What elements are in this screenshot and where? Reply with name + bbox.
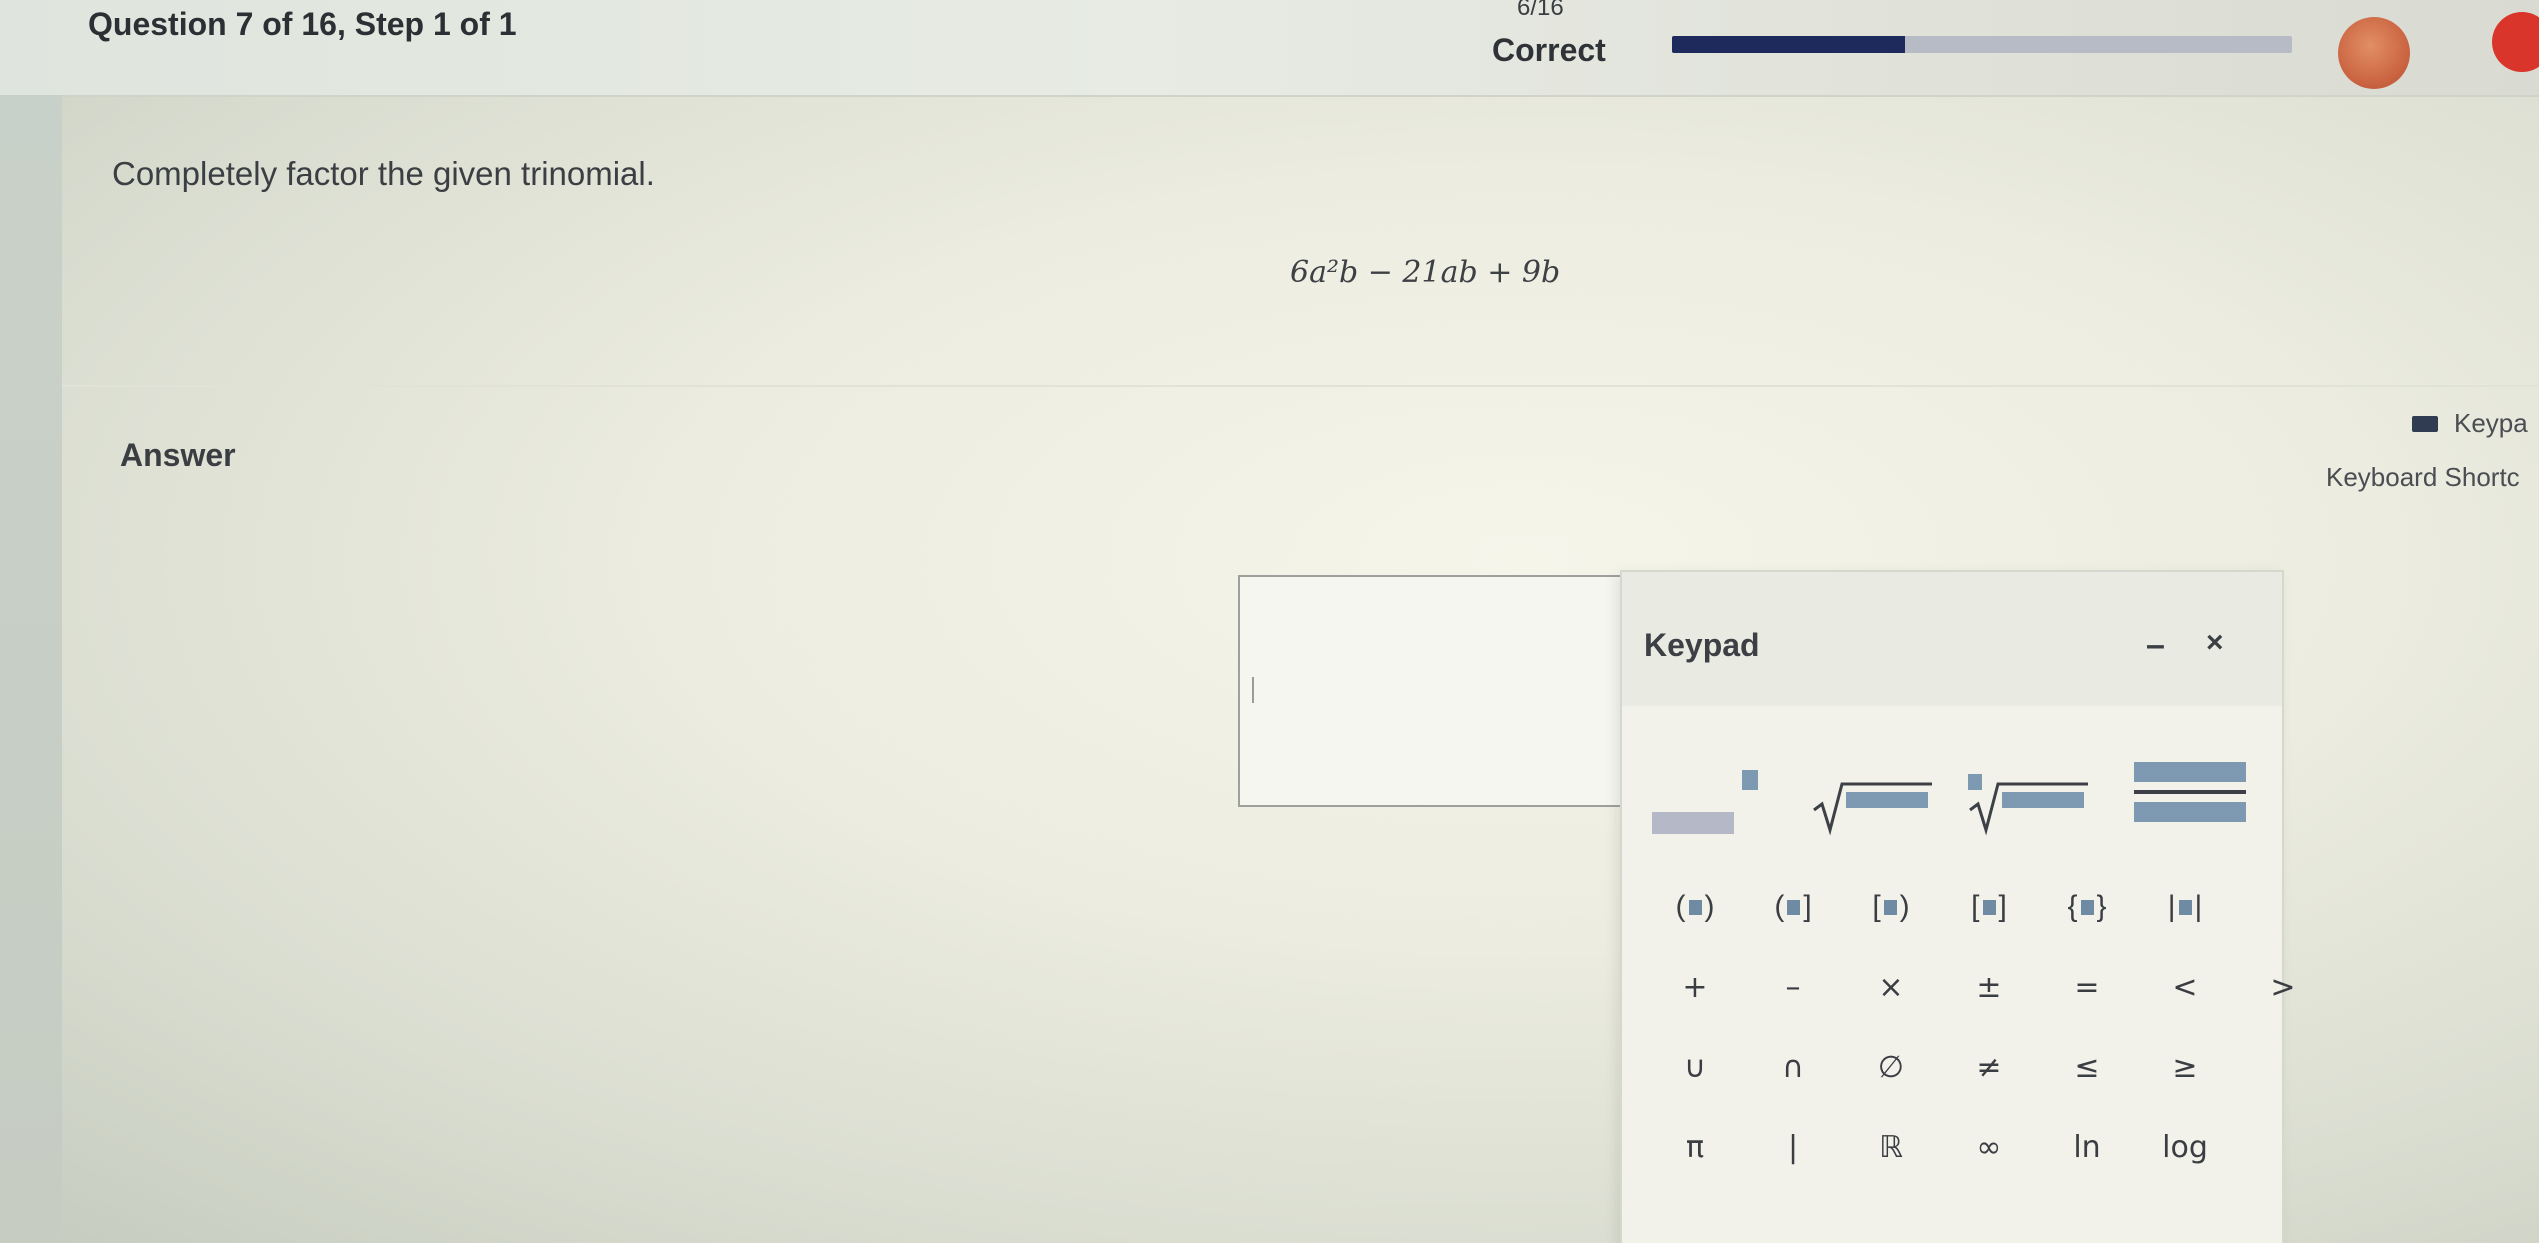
bracket-button[interactable]: [] — [1940, 872, 2038, 942]
nth-root-button[interactable] — [1958, 712, 2104, 852]
progress-bar-fill — [1672, 36, 1905, 53]
template-row — [1646, 712, 2260, 852]
bracket-paren-button[interactable]: [) — [1842, 872, 1940, 942]
union-button[interactable]: ∪ — [1646, 1032, 1744, 1102]
exponent-button[interactable] — [1646, 712, 1792, 852]
operator-row: + – × ± = < > — [1646, 952, 2332, 1022]
such-that-button[interactable]: | — [1744, 1112, 1842, 1182]
less-than-button[interactable]: < — [2136, 952, 2234, 1022]
log-button[interactable]: log — [2136, 1112, 2234, 1182]
progress-bar — [1672, 36, 2292, 53]
paren-bracket-button[interactable]: (] — [1744, 872, 1842, 942]
nth-root-icon — [1968, 774, 2088, 836]
plus-minus-button[interactable]: ± — [1940, 952, 2038, 1022]
question-title: Question 7 of 16, Step 1 of 1 — [88, 6, 517, 42]
section-divider — [62, 385, 2539, 387]
keypad-toggle[interactable]: Keypa — [2412, 408, 2528, 439]
question-prompt: Completely factor the given trinomial. — [112, 155, 655, 192]
square-root-icon — [1813, 782, 1932, 836]
less-equal-button[interactable]: ≤ — [2038, 1032, 2136, 1102]
keyboard-shortcuts-link[interactable]: Keyboard Shortc — [2326, 462, 2520, 493]
ln-button[interactable]: ln — [2038, 1112, 2136, 1182]
keypad-header: Keypad – × — [1622, 572, 2282, 706]
fraction-button[interactable] — [2114, 712, 2260, 852]
square-root-button[interactable] — [1802, 712, 1948, 852]
intersection-button[interactable]: ∩ — [1744, 1032, 1842, 1102]
empty-set-button[interactable]: ∅ — [1842, 1032, 1940, 1102]
close-button[interactable]: × — [2206, 626, 2224, 660]
answer-input[interactable] — [1238, 575, 1642, 807]
paren-button[interactable]: () — [1646, 872, 1744, 942]
pi-button[interactable]: π — [1646, 1112, 1744, 1182]
equals-button[interactable]: = — [2038, 952, 2136, 1022]
answer-label: Answer — [120, 437, 236, 473]
not-equal-button[interactable]: ≠ — [1940, 1032, 2038, 1102]
minimize-button[interactable]: – — [2146, 626, 2165, 665]
minus-button[interactable]: – — [1744, 952, 1842, 1022]
text-caret — [1252, 677, 1254, 703]
notification-icon[interactable] — [2492, 12, 2539, 72]
plus-button[interactable]: + — [1646, 952, 1744, 1022]
infinity-button[interactable]: ∞ — [1940, 1112, 2038, 1182]
status-label: Correct — [1492, 32, 1606, 68]
greater-than-button[interactable]: > — [2234, 952, 2332, 1022]
fraction-icon — [2134, 762, 2246, 822]
brace-button[interactable]: {} — [2038, 872, 2136, 942]
left-side-strip — [0, 95, 62, 1243]
misc-row: π | ℝ ∞ ln log — [1646, 1112, 2234, 1182]
math-expression: 6a²b − 21ab + 9b — [1290, 255, 1561, 290]
top-header: Question 7 of 16, Step 1 of 1 6/16 Corre… — [0, 0, 2539, 97]
abs-value-button[interactable]: | | — [2136, 872, 2234, 942]
set-row: ∪ ∩ ∅ ≠ ≤ ≥ — [1646, 1032, 2234, 1102]
times-button[interactable]: × — [1842, 952, 1940, 1022]
real-numbers-button[interactable]: ℝ — [1842, 1112, 1940, 1182]
exponent-box-icon — [1742, 770, 1758, 790]
base-box-icon — [1652, 812, 1734, 834]
keypad-panel: Keypad – × () (] [) [] {} | | + – ×… — [1620, 570, 2296, 1243]
keyboard-icon — [2412, 415, 2438, 432]
greater-equal-button[interactable]: ≥ — [2136, 1032, 2234, 1102]
score-counter: 6/16 — [1517, 0, 1564, 21]
keypad-title: Keypad — [1644, 627, 1760, 663]
avatar[interactable] — [2338, 17, 2410, 89]
bracket-row: () (] [) [] {} | | — [1646, 872, 2234, 942]
keypad-toggle-label: Keypa — [2454, 408, 2528, 438]
